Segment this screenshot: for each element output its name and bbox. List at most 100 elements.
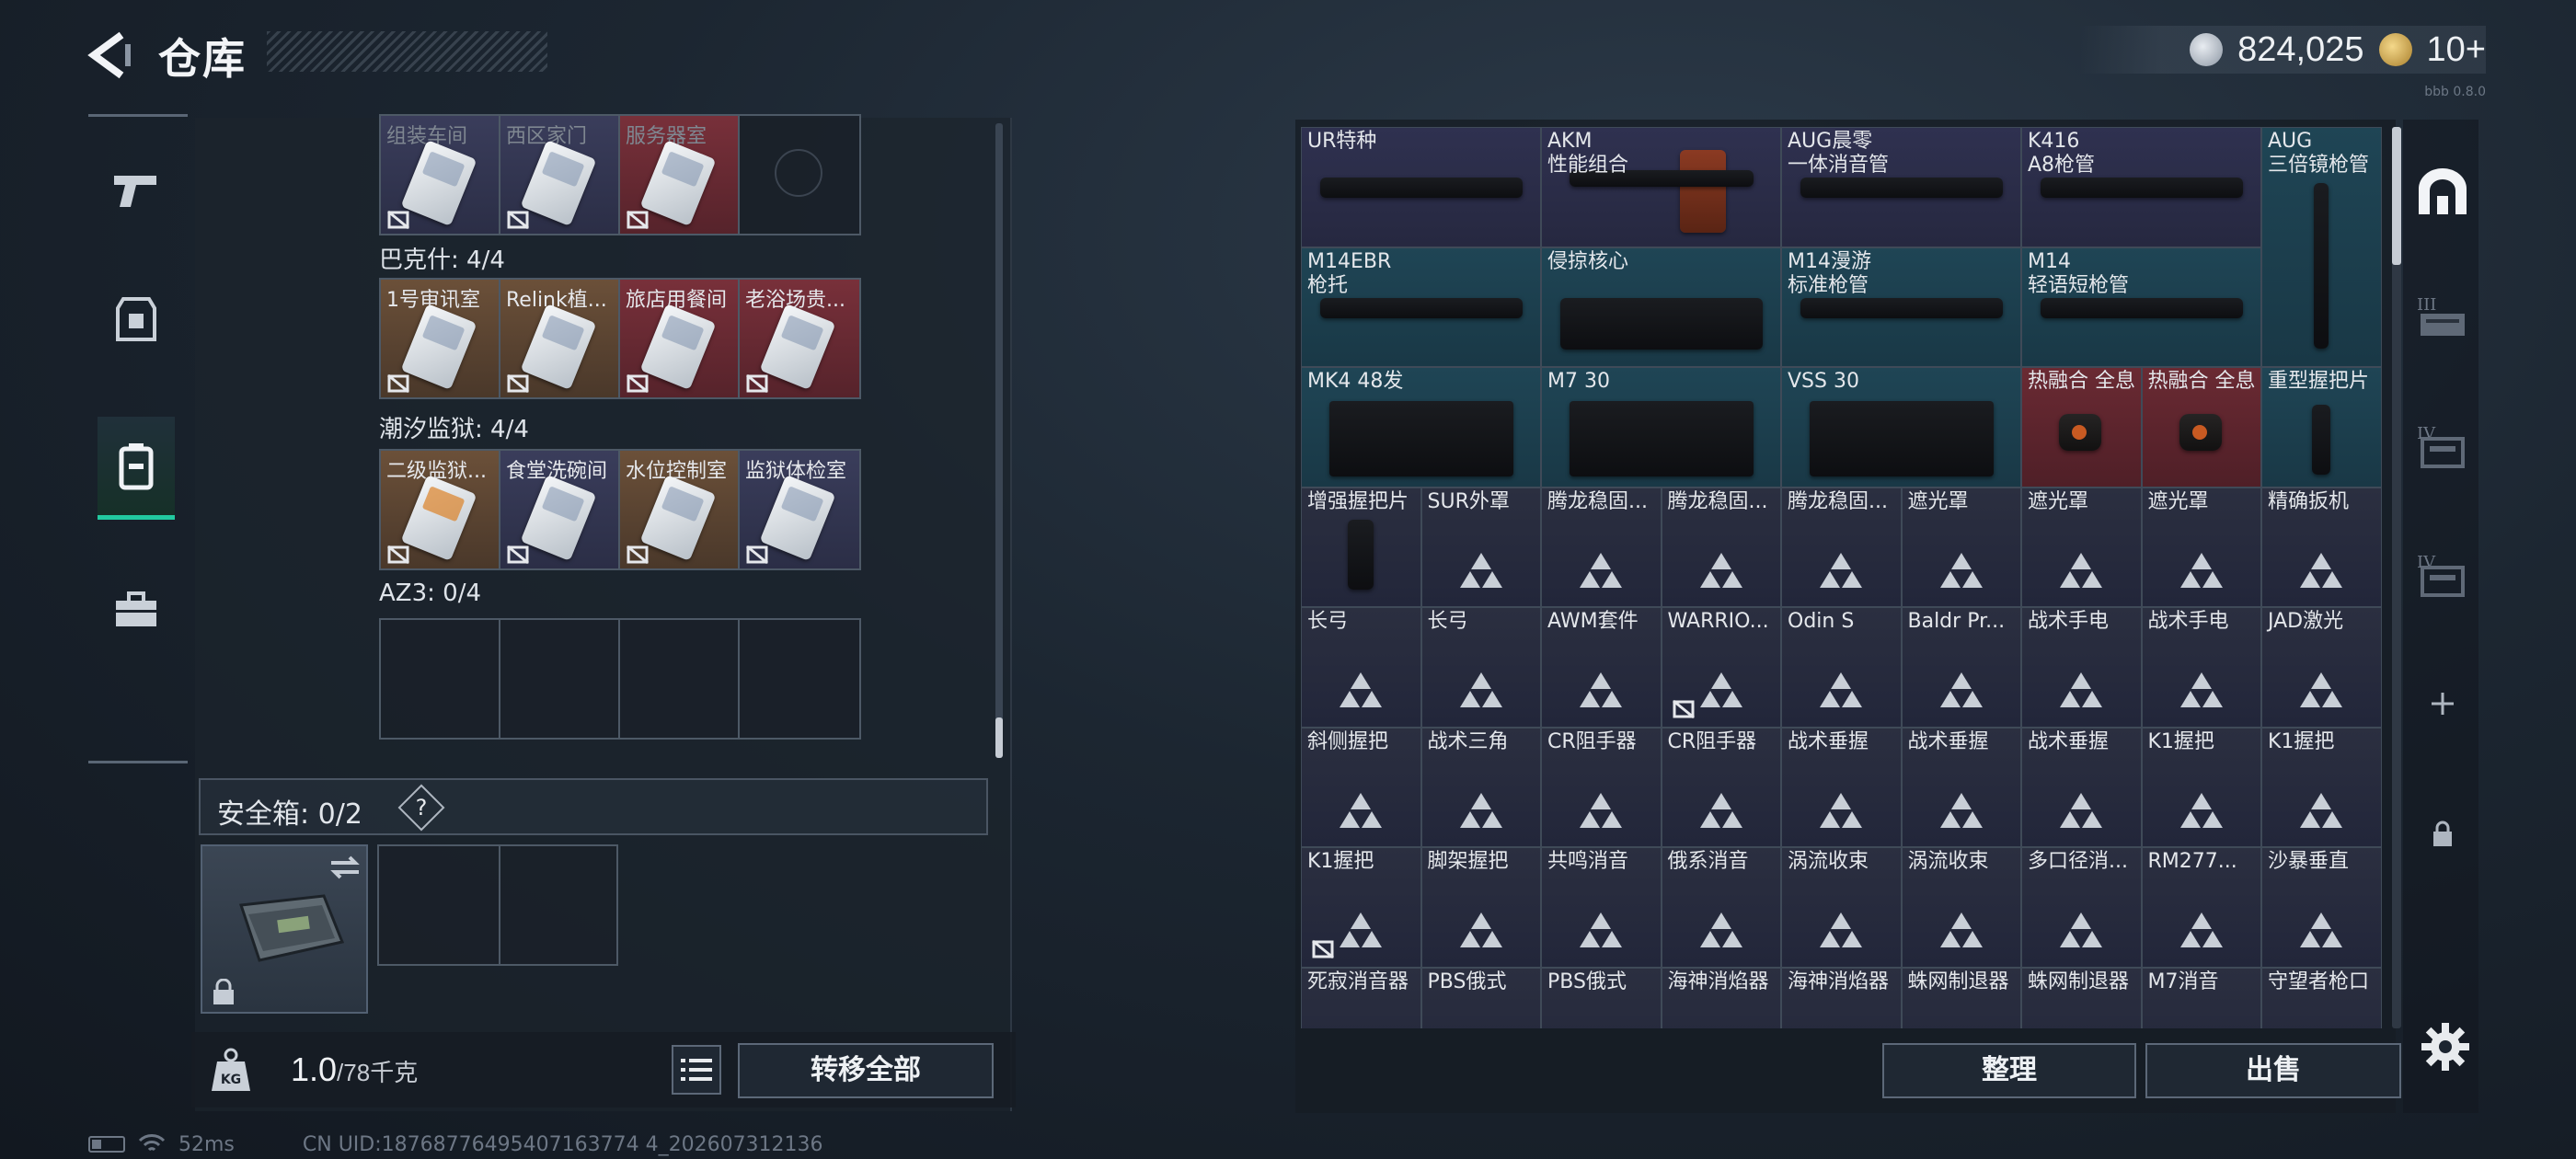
inventory-item[interactable]: 热融合 全息 bbox=[2021, 367, 2142, 488]
keycard-slot[interactable]: 二级监狱... bbox=[381, 451, 500, 568]
inventory-item[interactable]: 战术三角 bbox=[1420, 727, 1541, 847]
sort-button[interactable]: 整理 bbox=[1882, 1043, 2136, 1098]
inventory-item[interactable]: 战术手电 bbox=[2141, 607, 2261, 728]
inventory-item[interactable]: 蛛网制退器 bbox=[1901, 967, 2021, 1028]
tab-vault-main[interactable] bbox=[2410, 151, 2475, 234]
keycard-slot[interactable]: 1号审讯室 bbox=[381, 280, 500, 397]
inventory-item[interactable]: 沙暴垂直 bbox=[2261, 847, 2382, 968]
inventory-item[interactable]: 遮光罩 bbox=[2141, 487, 2261, 607]
safe-box-slot[interactable] bbox=[201, 844, 368, 1014]
inventory-item[interactable]: 长弓 bbox=[1420, 607, 1541, 728]
tab-vault-4b[interactable]: IV bbox=[2410, 534, 2475, 616]
inventory-item[interactable]: VSS 30 bbox=[1781, 367, 2021, 488]
inventory-item[interactable]: 遮光罩 bbox=[2021, 487, 2142, 607]
inventory-item[interactable]: AWM套件 bbox=[1541, 607, 1662, 728]
inventory-item[interactable]: 腾龙稳固... bbox=[1661, 487, 1781, 607]
backpack-scroll-thumb[interactable] bbox=[995, 717, 1003, 758]
inventory-item[interactable]: 热融合 全息 bbox=[2141, 367, 2261, 488]
backpack-scrollbar[interactable] bbox=[995, 123, 1003, 758]
tab-case[interactable] bbox=[98, 564, 175, 656]
tab-vault-4a[interactable]: IV bbox=[2410, 405, 2475, 488]
inventory-item[interactable]: 俄系消音 bbox=[1661, 847, 1781, 968]
inventory-item[interactable]: K416 A8枪管 bbox=[2021, 127, 2261, 247]
inventory-item[interactable]: AUG 三倍镜枪管 bbox=[2261, 127, 2382, 367]
inventory-item[interactable]: SUR外罩 bbox=[1420, 487, 1541, 607]
inventory-item[interactable]: 战术垂握 bbox=[1901, 727, 2021, 847]
inventory-item[interactable]: 长弓 bbox=[1301, 607, 1421, 728]
inventory-item[interactable]: PBS俄式 bbox=[1420, 967, 1541, 1028]
empty-keycard-slot[interactable] bbox=[620, 620, 740, 738]
add-vault-button[interactable] bbox=[2410, 662, 2475, 745]
inventory-item[interactable]: M7 30 bbox=[1541, 367, 1781, 488]
tab-vault-3[interactable]: III bbox=[2410, 276, 2475, 359]
inventory-item[interactable]: WARRIO... bbox=[1661, 607, 1781, 728]
inventory-item[interactable]: AUG晨零 一体消音管 bbox=[1781, 127, 2021, 247]
inventory-item[interactable]: RM277... bbox=[2141, 847, 2261, 968]
inventory-item[interactable]: 腾龙稳固... bbox=[1541, 487, 1662, 607]
inventory-item[interactable]: 蛛网制退器 bbox=[2021, 967, 2142, 1028]
inventory-item[interactable]: 战术垂握 bbox=[1781, 727, 1902, 847]
inventory-item[interactable]: M14漫游 标准枪管 bbox=[1781, 247, 2021, 367]
keycard-slot[interactable]: 服务器室 bbox=[620, 116, 740, 234]
inventory-item[interactable]: 涡流收束 bbox=[1901, 847, 2021, 968]
empty-keycard-slot[interactable] bbox=[740, 116, 859, 234]
empty-keycard-slot[interactable] bbox=[381, 620, 500, 738]
keycard-slot[interactable]: 组装车间 bbox=[381, 116, 500, 234]
inventory-item[interactable]: CR阻手器 bbox=[1661, 727, 1781, 847]
inventory-item[interactable]: 战术手电 bbox=[2021, 607, 2142, 728]
inventory-item[interactable]: Baldr Pr... bbox=[1901, 607, 2021, 728]
inventory-item[interactable]: UR特种 bbox=[1301, 127, 1541, 247]
inventory-item[interactable]: 死寂消音器 bbox=[1301, 967, 1421, 1028]
gold-currency-amount[interactable]: 10+ bbox=[2427, 30, 2486, 70]
inventory-item[interactable]: 涡流收束 bbox=[1781, 847, 1902, 968]
keycard-slot[interactable]: 食堂洗碗间 bbox=[500, 451, 620, 568]
inventory-item[interactable]: 增强握把片 bbox=[1301, 487, 1421, 607]
inventory-item[interactable]: 共鸣消音 bbox=[1541, 847, 1662, 968]
inventory-item[interactable]: 侵掠核心 bbox=[1541, 247, 1781, 367]
inventory-item[interactable]: 精确扳机 bbox=[2261, 487, 2382, 607]
keycard-slot[interactable]: 西区家门 bbox=[500, 116, 620, 234]
inventory-item[interactable]: 海神消焰器 bbox=[1661, 967, 1781, 1028]
inventory-item[interactable]: AKM 性能组合 bbox=[1541, 127, 1781, 247]
keycard-slot[interactable]: 旅店用餐间 bbox=[620, 280, 740, 397]
keycard-slot[interactable]: 水位控制室 bbox=[620, 451, 740, 568]
back-button[interactable] bbox=[85, 28, 140, 83]
inventory-item[interactable]: CR阻手器 bbox=[1541, 727, 1662, 847]
inventory-item[interactable]: M14 轻语短枪管 bbox=[2021, 247, 2261, 367]
inventory-item[interactable]: M7消音 bbox=[2141, 967, 2261, 1028]
inventory-item[interactable]: 战术垂握 bbox=[2021, 727, 2142, 847]
inventory-item[interactable]: 遮光罩 bbox=[1901, 487, 2021, 607]
inventory-item[interactable]: 重型握把片 bbox=[2261, 367, 2382, 488]
inventory-item[interactable]: 腾龙稳固... bbox=[1781, 487, 1902, 607]
inventory-item[interactable]: 脚架握把 bbox=[1420, 847, 1541, 968]
settings-button[interactable] bbox=[2420, 1021, 2471, 1073]
inventory-item[interactable]: 海神消焰器 bbox=[1781, 967, 1902, 1028]
inventory-item[interactable]: K1握把 bbox=[2261, 727, 2382, 847]
tab-weapons[interactable] bbox=[98, 144, 175, 236]
inventory-item[interactable]: K1握把 bbox=[1301, 847, 1421, 968]
safe-box-empty-slot[interactable] bbox=[377, 844, 618, 966]
inventory-item[interactable]: MK4 48发 bbox=[1301, 367, 1541, 488]
inventory-item[interactable]: 斜侧握把 bbox=[1301, 727, 1421, 847]
keycard-slot[interactable]: Relink植... bbox=[500, 280, 620, 397]
keycard-slot[interactable]: 监狱体检室 bbox=[740, 451, 859, 568]
locked-vault-slot[interactable] bbox=[2410, 793, 2475, 876]
list-view-button[interactable] bbox=[672, 1045, 721, 1095]
inventory-item[interactable]: 多口径消... bbox=[2021, 847, 2142, 968]
transfer-all-button[interactable]: 转移全部 bbox=[738, 1043, 994, 1098]
item-image bbox=[1320, 178, 1523, 198]
inventory-item[interactable]: JAD激光 bbox=[2261, 607, 2382, 728]
sell-button[interactable]: 出售 bbox=[2145, 1043, 2401, 1098]
tab-backpack[interactable] bbox=[98, 417, 175, 520]
keycard-slot[interactable]: 老浴场贵... bbox=[740, 280, 859, 397]
inventory-item[interactable]: Odin S bbox=[1781, 607, 1902, 728]
warehouse-scroll-thumb[interactable] bbox=[2392, 127, 2401, 265]
tab-armor[interactable] bbox=[98, 273, 175, 365]
empty-keycard-slot[interactable] bbox=[500, 620, 620, 738]
inventory-item[interactable]: PBS俄式 bbox=[1541, 967, 1662, 1028]
inventory-item[interactable]: 守望者枪口 bbox=[2261, 967, 2382, 1028]
vault-icon bbox=[2419, 168, 2467, 214]
inventory-item[interactable]: K1握把 bbox=[2141, 727, 2261, 847]
empty-keycard-slot[interactable] bbox=[740, 620, 859, 738]
inventory-item[interactable]: M14EBR 枪托 bbox=[1301, 247, 1541, 367]
